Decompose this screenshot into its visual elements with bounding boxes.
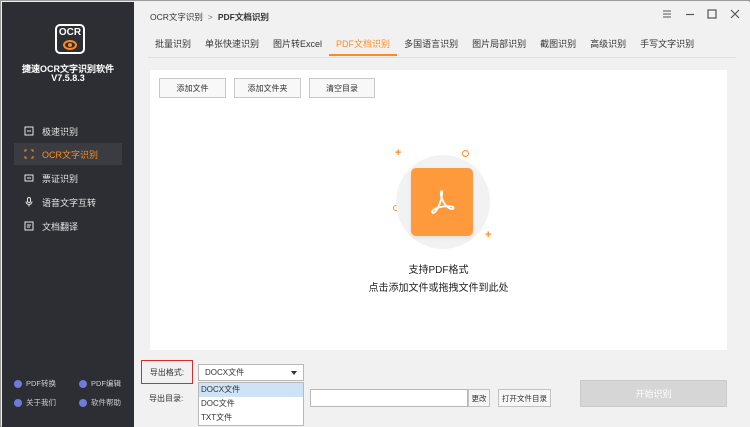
tab-image-to-excel[interactable]: 图片转Excel <box>266 34 329 56</box>
export-format-label: 导出格式: <box>141 360 193 384</box>
maximize-icon[interactable] <box>705 7 719 21</box>
file-drop-panel[interactable]: 添加文件 添加文件夹 清空目录 + + 支持PDF格式 点击添加文件或拖拽文件到… <box>150 70 727 350</box>
sidebar-item-label: 文档翻译 <box>42 221 79 232</box>
logo-text: OCR <box>58 27 82 38</box>
menu-icon[interactable] <box>660 7 674 21</box>
sidebar-item-label: 票证识别 <box>42 173 79 184</box>
tab-pdf-recognition[interactable]: PDF文档识别 <box>329 34 398 56</box>
tab-divider <box>148 57 736 58</box>
sidebar-item-fast-recognition[interactable]: 极速识别 <box>14 120 122 142</box>
pdf-convert-link[interactable]: PDF转换 <box>14 378 56 389</box>
sidebar: OCR 捷速OCR文字识别软件 V7.5.8.3 极速识别 OCR文字识别 票证… <box>2 2 134 427</box>
footer-label: 软件帮助 <box>91 398 121 407</box>
main-area: OCR文字识别 > PDF文档识别 批量识别 单张快速识别 图片转Excel P… <box>134 2 750 427</box>
pdf-edit-link[interactable]: PDF编辑 <box>79 378 121 389</box>
ticket-icon <box>24 173 34 183</box>
help-link[interactable]: 软件帮助 <box>79 397 121 408</box>
sparkle-plus-icon: + <box>395 147 402 159</box>
minimize-icon[interactable] <box>683 7 697 21</box>
add-file-button[interactable]: 添加文件 <box>159 78 226 98</box>
breadcrumb-current: PDF文档识别 <box>217 12 269 22</box>
clear-list-button[interactable]: 清空目录 <box>309 78 375 98</box>
breadcrumb-separator: > <box>207 12 213 22</box>
sparkle-plus-icon: + <box>485 229 492 241</box>
logo-pupil-icon <box>68 43 72 47</box>
titlebar: OCR文字识别 > PDF文档识别 <box>134 2 750 30</box>
scan-icon <box>24 126 34 136</box>
change-dir-button[interactable]: 更改 <box>468 389 490 407</box>
pdf-convert-icon <box>14 379 22 388</box>
app-logo: OCR <box>55 24 85 54</box>
tab-bar: 批量识别 单张快速识别 图片转Excel PDF文档识别 多国语言识别 图片局部… <box>148 34 701 58</box>
export-dir-input[interactable] <box>310 389 468 407</box>
footer-label: PDF编辑 <box>91 379 121 388</box>
app-window: OCR 捷速OCR文字识别软件 V7.5.8.3 极速识别 OCR文字识别 票证… <box>0 0 750 427</box>
export-format-select[interactable]: DOCX文件 <box>198 364 304 381</box>
export-format-dropdown: DOCX文件 DOC文件 TXT文件 <box>198 382 304 426</box>
tab-advanced[interactable]: 高级识别 <box>583 34 633 56</box>
tab-handwriting[interactable]: 手写文字识别 <box>633 34 701 56</box>
about-us-link[interactable]: 关于我们 <box>14 397 56 408</box>
pdf-edit-icon <box>79 379 87 388</box>
export-format-value: DOCX文件 <box>205 368 245 377</box>
footer-label: 关于我们 <box>26 398 56 407</box>
tab-screenshot[interactable]: 截图识别 <box>533 34 583 56</box>
sidebar-item-label: 语音文字互转 <box>42 197 97 208</box>
tab-batch[interactable]: 批量识别 <box>148 34 198 56</box>
dropdown-arrow-icon <box>291 371 297 375</box>
sidebar-item-translate[interactable]: 文档翻译 <box>14 215 122 237</box>
sparkle-circle-icon <box>462 150 469 157</box>
format-option-docx[interactable]: DOCX文件 <box>199 383 303 397</box>
close-icon[interactable] <box>728 7 742 21</box>
export-dir-label: 导出目录: <box>149 394 184 403</box>
app-version: V7.5.8.3 <box>51 73 85 83</box>
help-icon <box>79 398 87 407</box>
tab-multilanguage[interactable]: 多国语言识别 <box>397 34 465 56</box>
add-folder-button[interactable]: 添加文件夹 <box>234 78 301 98</box>
tab-partial-image[interactable]: 图片局部识别 <box>465 34 533 56</box>
drop-hint-text: 点击添加文件或拖拽文件到此处 <box>368 283 509 294</box>
microphone-icon <box>24 197 34 207</box>
about-icon <box>14 398 22 407</box>
sidebar-item-label: 极速识别 <box>42 126 79 137</box>
footer-label: PDF转换 <box>26 379 56 388</box>
ocr-icon <box>24 149 34 159</box>
sidebar-item-speech[interactable]: 语音文字互转 <box>14 191 122 213</box>
sidebar-item-ocr[interactable]: OCR文字识别 <box>14 143 122 165</box>
format-option-txt[interactable]: TXT文件 <box>199 411 303 425</box>
open-dir-button[interactable]: 打开文件目录 <box>498 389 551 407</box>
translate-icon <box>24 221 34 231</box>
start-recognition-button[interactable]: 开始识别 <box>580 380 727 407</box>
pdf-file-icon <box>411 168 473 236</box>
breadcrumb-parent[interactable]: OCR文字识别 <box>150 11 203 23</box>
breadcrumb: OCR文字识别 > PDF文档识别 <box>150 11 269 23</box>
sidebar-item-ticket[interactable]: 票证识别 <box>14 167 122 189</box>
tab-single-fast[interactable]: 单张快速识别 <box>198 34 266 56</box>
support-format-text: 支持PDF格式 <box>408 265 469 276</box>
sidebar-item-label: OCR文字识别 <box>42 149 98 160</box>
format-option-doc[interactable]: DOC文件 <box>199 397 303 411</box>
